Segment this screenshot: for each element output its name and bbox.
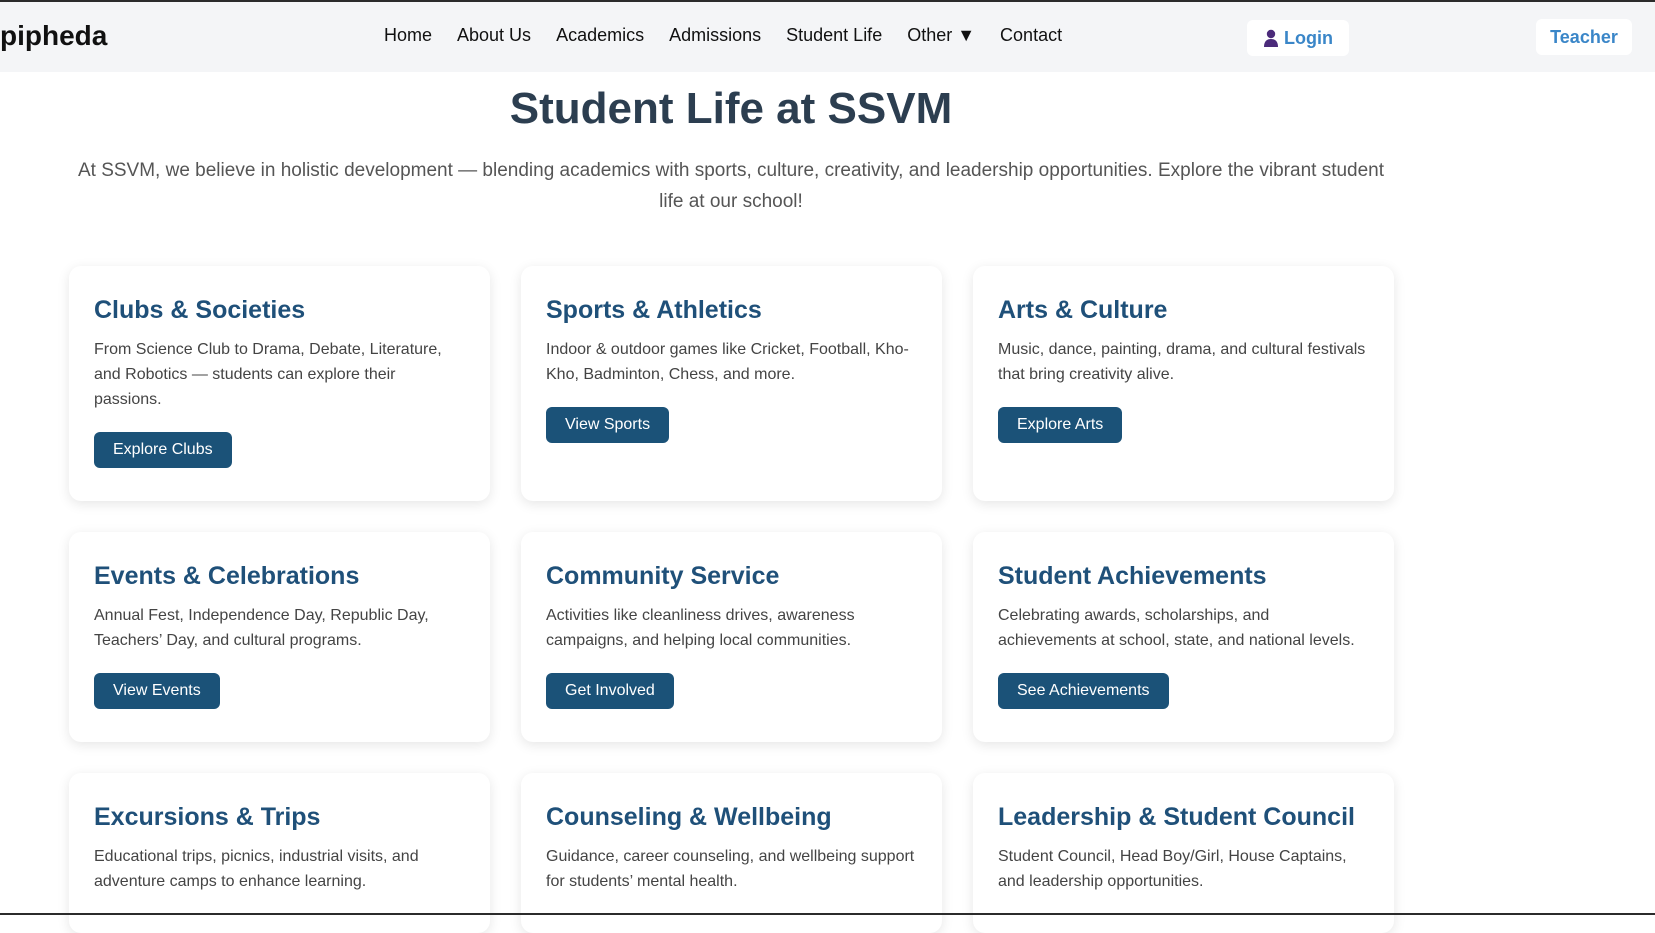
card-counseling: Counseling & Wellbeing Guidance, career … (521, 773, 942, 933)
card-events: Events & Celebrations Annual Fest, Indep… (69, 532, 490, 742)
card-title: Events & Celebrations (94, 562, 465, 591)
card-clubs: Clubs & Societies From Science Club to D… (69, 266, 490, 501)
card-title: Excursions & Trips (94, 803, 465, 832)
get-involved-button[interactable]: Get Involved (546, 673, 674, 709)
card-arts: Arts & Culture Music, dance, painting, d… (973, 266, 1394, 501)
nav-student-life[interactable]: Student Life (786, 25, 882, 46)
card-text: Guidance, career counseling, and wellbei… (546, 844, 917, 894)
brand-logo[interactable]: pipheda (0, 20, 107, 52)
card-title: Clubs & Societies (94, 296, 465, 325)
nav-contact[interactable]: Contact (1000, 25, 1062, 46)
card-text: Educational trips, picnics, industrial v… (94, 844, 465, 894)
teacher-button[interactable]: Teacher (1536, 19, 1632, 55)
explore-arts-button[interactable]: Explore Arts (998, 407, 1122, 443)
navbar: pipheda Home About Us Academics Admissio… (0, 2, 1655, 72)
view-sports-button[interactable]: View Sports (546, 407, 669, 443)
card-achievements: Student Achievements Celebrating awards,… (973, 532, 1394, 742)
card-title: Community Service (546, 562, 917, 591)
view-events-button[interactable]: View Events (94, 673, 220, 709)
nav-home[interactable]: Home (384, 25, 432, 46)
card-title: Sports & Athletics (546, 296, 917, 325)
see-achievements-button[interactable]: See Achievements (998, 673, 1169, 709)
nav-admissions[interactable]: Admissions (669, 25, 761, 46)
page-title: Student Life at SSVM (0, 84, 1462, 134)
card-title: Counseling & Wellbeing (546, 803, 917, 832)
card-text: Student Council, Head Boy/Girl, House Ca… (998, 844, 1369, 894)
card-text: Activities like cleanliness drives, awar… (546, 603, 917, 653)
card-text: Music, dance, painting, drama, and cultu… (998, 337, 1369, 387)
card-text: Annual Fest, Independence Day, Republic … (94, 603, 465, 653)
user-icon (1263, 29, 1279, 47)
card-text: From Science Club to Drama, Debate, Lite… (94, 337, 465, 412)
card-sports: Sports & Athletics Indoor & outdoor game… (521, 266, 942, 501)
card-title: Student Achievements (998, 562, 1369, 591)
nav-about-us[interactable]: About Us (457, 25, 531, 46)
card-leadership: Leadership & Student Council Student Cou… (973, 773, 1394, 933)
card-text: Indoor & outdoor games like Cricket, Foo… (546, 337, 917, 387)
explore-clubs-button[interactable]: Explore Clubs (94, 432, 232, 468)
nav-other-dropdown[interactable]: Other ▼ (907, 25, 975, 46)
nav-links: Home About Us Academics Admissions Stude… (384, 25, 1062, 46)
card-title: Arts & Culture (998, 296, 1369, 325)
card-excursions: Excursions & Trips Educational trips, pi… (69, 773, 490, 933)
card-text: Celebrating awards, scholarships, and ac… (998, 603, 1369, 653)
login-label: Login (1284, 28, 1333, 49)
card-community: Community Service Activities like cleanl… (521, 532, 942, 742)
login-button[interactable]: Login (1247, 20, 1349, 56)
card-title: Leadership & Student Council (998, 803, 1369, 832)
intro-text: At SSVM, we believe in holistic developm… (66, 155, 1396, 217)
nav-academics[interactable]: Academics (556, 25, 644, 46)
